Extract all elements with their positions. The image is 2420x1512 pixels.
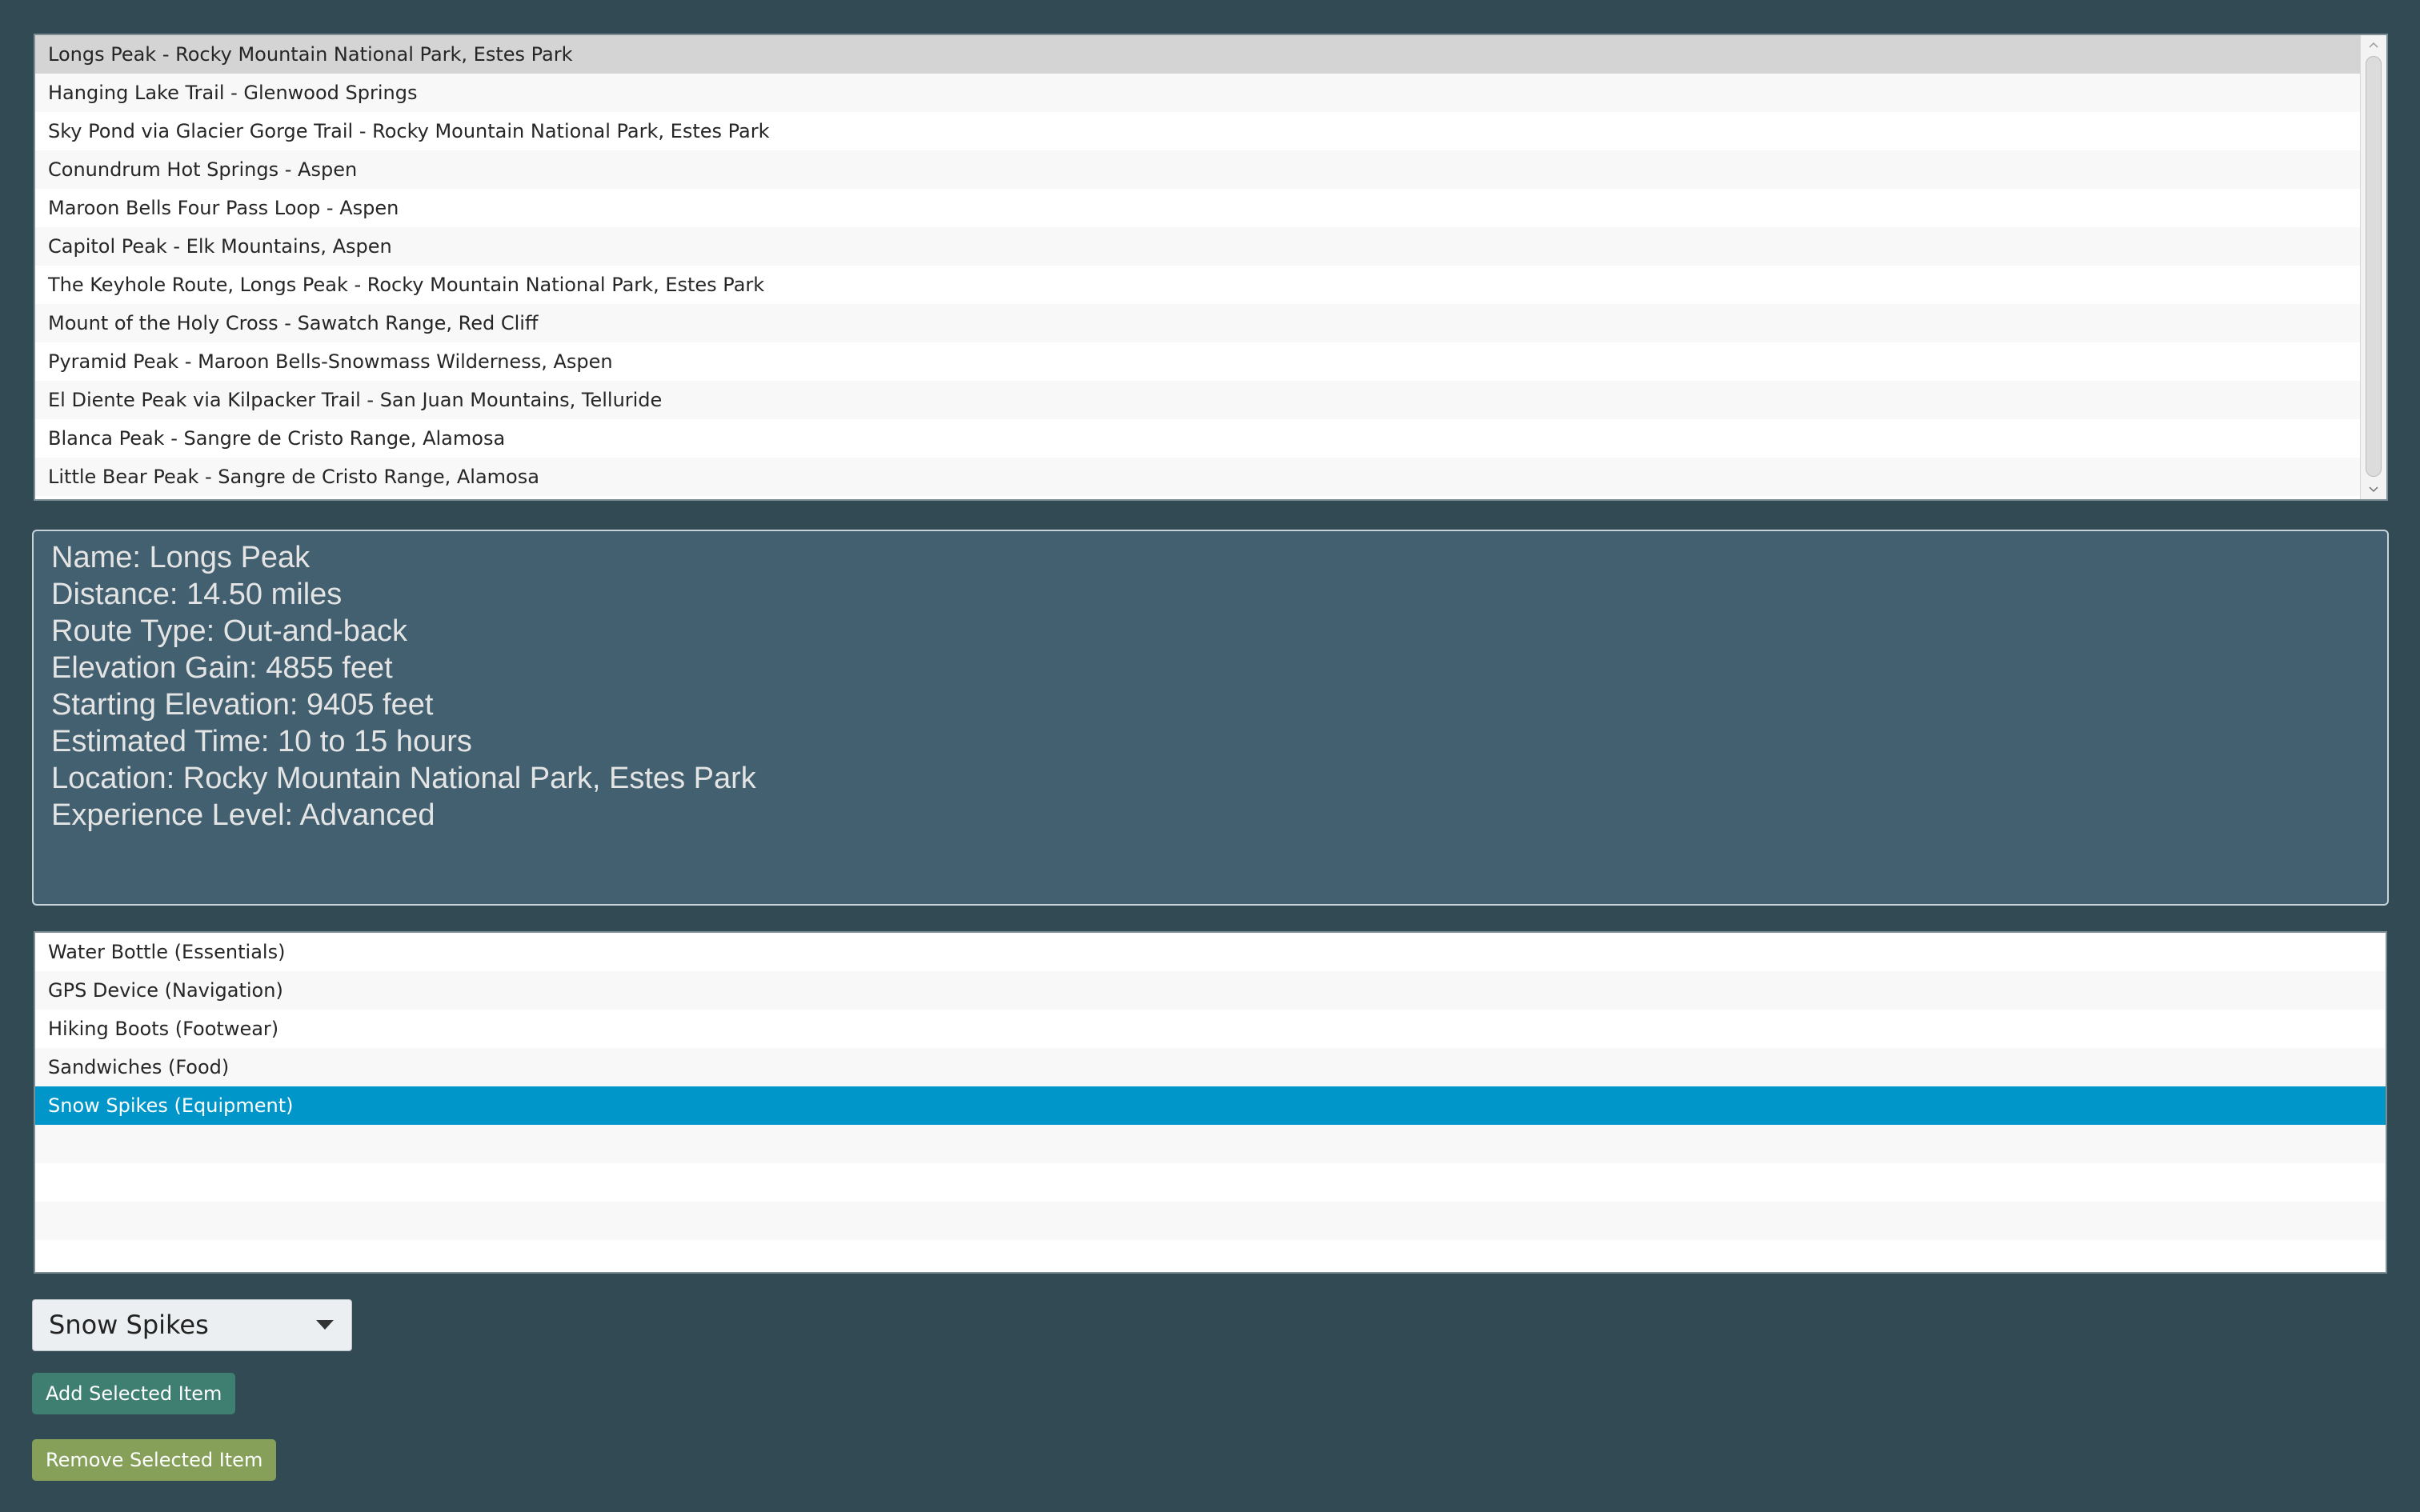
- add-selected-item-button[interactable]: Add Selected Item: [32, 1373, 236, 1414]
- scroll-down-icon[interactable]: [2368, 483, 2379, 494]
- gear-list-item[interactable]: GPS Device (Navigation): [35, 971, 2386, 1010]
- detail-experience-level: Experience Level: Advanced: [51, 798, 435, 832]
- app-window: Longs Peak - Rocky Mountain National Par…: [0, 0, 2420, 1512]
- chevron-down-icon: [316, 1320, 334, 1330]
- gear-list-item[interactable]: Snow Spikes (Equipment): [35, 1086, 2386, 1125]
- gear-list[interactable]: Water Bottle (Essentials) GPS Device (Nav…: [34, 931, 2387, 1274]
- trails-list[interactable]: Longs Peak - Rocky Mountain National Par…: [34, 34, 2388, 501]
- trail-list-item[interactable]: Blanca Peak - Sangre de Cristo Range, Al…: [35, 419, 2361, 458]
- trail-list-item[interactable]: Hanging Lake Trail - Glenwood Springs: [35, 74, 2361, 112]
- detail-elevation-gain: Elevation Gain: 4855 feet: [51, 651, 393, 685]
- trail-list-item[interactable]: Pyramid Peak - Maroon Bells-Snowmass Wil…: [35, 342, 2361, 381]
- detail-distance: Distance: 14.50 miles: [51, 578, 343, 611]
- trails-scrollbar[interactable]: [2360, 35, 2386, 499]
- gear-empty-row: [35, 1240, 2386, 1272]
- trail-list-item[interactable]: Conundrum Hot Springs - Aspen: [35, 150, 2361, 189]
- detail-route-type: Route Type: Out-and-back: [51, 614, 407, 648]
- scroll-thumb[interactable]: [2366, 56, 2382, 477]
- trail-list-item[interactable]: Little Bear Peak - Sangre de Cristo Rang…: [35, 458, 2361, 496]
- scroll-up-icon[interactable]: [2368, 40, 2379, 51]
- trail-details-panel: Name: Longs Peak Distance: 14.50 miles R…: [32, 530, 2389, 906]
- detail-estimated-time: Estimated Time: 10 to 15 hours: [51, 725, 472, 758]
- gear-list-item[interactable]: Sandwiches (Food): [35, 1048, 2386, 1086]
- trails-list-rows: Longs Peak - Rocky Mountain National Par…: [35, 35, 2361, 499]
- gear-empty-row: [35, 1125, 2386, 1163]
- detail-starting-elevation: Starting Elevation: 9405 feet: [51, 688, 434, 722]
- trail-list-item[interactable]: Mount of the Holy Cross - Sawatch Range,…: [35, 304, 2361, 342]
- gear-list-item[interactable]: Water Bottle (Essentials): [35, 933, 2386, 971]
- trail-list-item[interactable]: Capitol Peak - Elk Mountains, Aspen: [35, 227, 2361, 266]
- gear-select[interactable]: Snow Spikes: [32, 1299, 352, 1351]
- trail-list-item[interactable]: The Keyhole Route, Longs Peak - Rocky Mo…: [35, 266, 2361, 304]
- gear-empty-row: [35, 1202, 2386, 1240]
- remove-selected-item-button[interactable]: Remove Selected Item: [32, 1439, 277, 1481]
- gear-empty-row: [35, 1163, 2386, 1202]
- trail-list-item[interactable]: Longs Peak - Rocky Mountain National Par…: [35, 35, 2361, 74]
- detail-name: Name: Longs Peak: [51, 541, 311, 574]
- trail-list-item[interactable]: Sky Pond via Glacier Gorge Trail - Rocky…: [35, 112, 2361, 150]
- gear-list-item[interactable]: Hiking Boots (Footwear): [35, 1010, 2386, 1048]
- gear-select-value: Snow Spikes: [49, 1310, 209, 1340]
- detail-location: Location: Rocky Mountain National Park, …: [51, 762, 756, 795]
- trail-list-item[interactable]: Maroon Bells Four Pass Loop - Aspen: [35, 189, 2361, 227]
- trail-list-item[interactable]: El Diente Peak via Kilpacker Trail - San…: [35, 381, 2361, 419]
